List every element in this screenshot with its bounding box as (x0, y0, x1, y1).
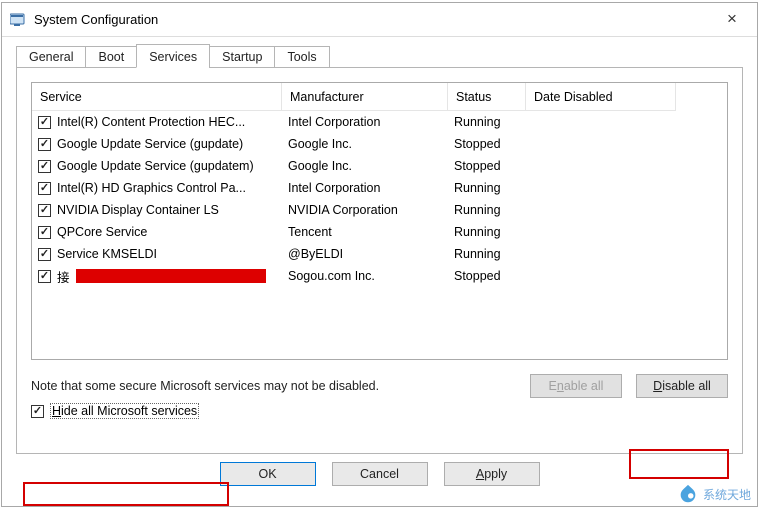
tab-startup[interactable]: Startup (209, 46, 275, 68)
service-name: Intel(R) HD Graphics Control Pa... (57, 181, 246, 195)
status-cell: Stopped (448, 137, 526, 151)
titlebar: System Configuration × (2, 3, 757, 37)
service-checkbox[interactable] (38, 270, 51, 283)
listview-header: Service Manufacturer Status Date Disable… (32, 83, 727, 111)
window-title: System Configuration (34, 12, 709, 27)
manufacturer-cell: Intel Corporation (282, 181, 448, 195)
ok-button[interactable]: OK (220, 462, 316, 486)
table-row[interactable]: Service KMSELDI @ByELDIRunning (32, 243, 727, 265)
manufacturer-cell: @ByELDI (282, 247, 448, 261)
col-status[interactable]: Status (448, 83, 526, 111)
note-row: Note that some secure Microsoft services… (31, 374, 728, 398)
col-service[interactable]: Service (32, 83, 282, 111)
manufacturer-cell: Tencent (282, 225, 448, 239)
watermark: 系统天地 (677, 483, 751, 505)
dialog-buttons: OK Cancel Apply (16, 454, 743, 496)
service-name: Intel(R) Content Protection HEC... (57, 115, 245, 129)
status-cell: Stopped (448, 159, 526, 173)
service-cell: Service KMSELDI (32, 247, 282, 261)
service-checkbox[interactable] (38, 248, 51, 261)
table-row[interactable]: Intel(R) Content Protection HEC... Intel … (32, 111, 727, 133)
col-date-disabled[interactable]: Date Disabled (526, 83, 676, 111)
service-cell: Google Update Service (gupdate) (32, 137, 282, 151)
service-name: Google Update Service (gupdate) (57, 137, 243, 151)
service-name: Service KMSELDI (57, 247, 157, 261)
table-row[interactable]: Google Update Service (gupdate) Google In… (32, 133, 727, 155)
service-name: NVIDIA Display Container LS (57, 203, 219, 217)
cancel-button[interactable]: Cancel (332, 462, 428, 486)
services-listview[interactable]: Service Manufacturer Status Date Disable… (31, 82, 728, 360)
table-row[interactable]: Google Update Service (gupdatem) Google I… (32, 155, 727, 177)
service-cell: Google Update Service (gupdatem) (32, 159, 282, 173)
manufacturer-cell: Google Inc. (282, 159, 448, 173)
tab-services[interactable]: Services (136, 44, 210, 68)
tab-boot[interactable]: Boot (85, 46, 137, 68)
service-checkbox[interactable] (38, 116, 51, 129)
manufacturer-cell: NVIDIA Corporation (282, 203, 448, 217)
service-name: Google Update Service (gupdatem) (57, 159, 254, 173)
service-checkbox[interactable] (38, 138, 51, 151)
manufacturer-cell: Sogou.com Inc. (282, 269, 448, 283)
status-cell: Running (448, 115, 526, 129)
hide-ms-label[interactable]: Hide all Microsoft services (50, 404, 199, 418)
service-cell: Intel(R) HD Graphics Control Pa... (32, 181, 282, 195)
redacted-block (76, 269, 266, 283)
disable-all-button[interactable]: Disable all (636, 374, 728, 398)
service-checkbox[interactable] (38, 226, 51, 239)
service-cell: QPCore Service (32, 225, 282, 239)
service-cell: Intel(R) Content Protection HEC... (32, 115, 282, 129)
manufacturer-cell: Google Inc. (282, 137, 448, 151)
table-row[interactable]: Intel(R) HD Graphics Control Pa... Intel … (32, 177, 727, 199)
watermark-text: 系统天地 (703, 486, 751, 503)
table-row[interactable]: NVIDIA Display Container LS NVIDIA Corpor… (32, 199, 727, 221)
hide-ms-checkbox[interactable] (31, 405, 44, 418)
apply-button[interactable]: Apply (444, 462, 540, 486)
table-row[interactable]: QPCore Service TencentRunning (32, 221, 727, 243)
app-icon (10, 12, 26, 28)
listview-body: Intel(R) Content Protection HEC... Intel … (32, 111, 727, 287)
manufacturer-cell: Intel Corporation (282, 115, 448, 129)
watermark-icon (677, 483, 699, 505)
client-area: General Boot Services Startup Tools Serv… (2, 37, 757, 506)
tab-general[interactable]: General (16, 46, 86, 68)
close-button[interactable]: × (709, 6, 755, 34)
status-cell: Running (448, 225, 526, 239)
service-cell: 接 (32, 267, 282, 286)
status-cell: Stopped (448, 269, 526, 283)
tab-tools[interactable]: Tools (274, 46, 329, 68)
service-name: QPCore Service (57, 225, 147, 239)
tab-strip: General Boot Services Startup Tools (16, 41, 743, 67)
system-configuration-window: System Configuration × General Boot Serv… (1, 2, 758, 507)
status-cell: Running (448, 203, 526, 217)
enable-all-button: Enable all (530, 374, 622, 398)
service-checkbox[interactable] (38, 182, 51, 195)
hide-ms-row: Hide all Microsoft services (31, 404, 728, 418)
services-panel: Service Manufacturer Status Date Disable… (16, 67, 743, 454)
col-manufacturer[interactable]: Manufacturer (282, 83, 448, 111)
service-checkbox[interactable] (38, 160, 51, 173)
status-cell: Running (448, 181, 526, 195)
note-text: Note that some secure Microsoft services… (31, 379, 379, 393)
service-name: 接 (57, 267, 70, 286)
table-row[interactable]: 接 Sogou.com Inc.Stopped (32, 265, 727, 287)
service-cell: NVIDIA Display Container LS (32, 203, 282, 217)
service-checkbox[interactable] (38, 204, 51, 217)
status-cell: Running (448, 247, 526, 261)
